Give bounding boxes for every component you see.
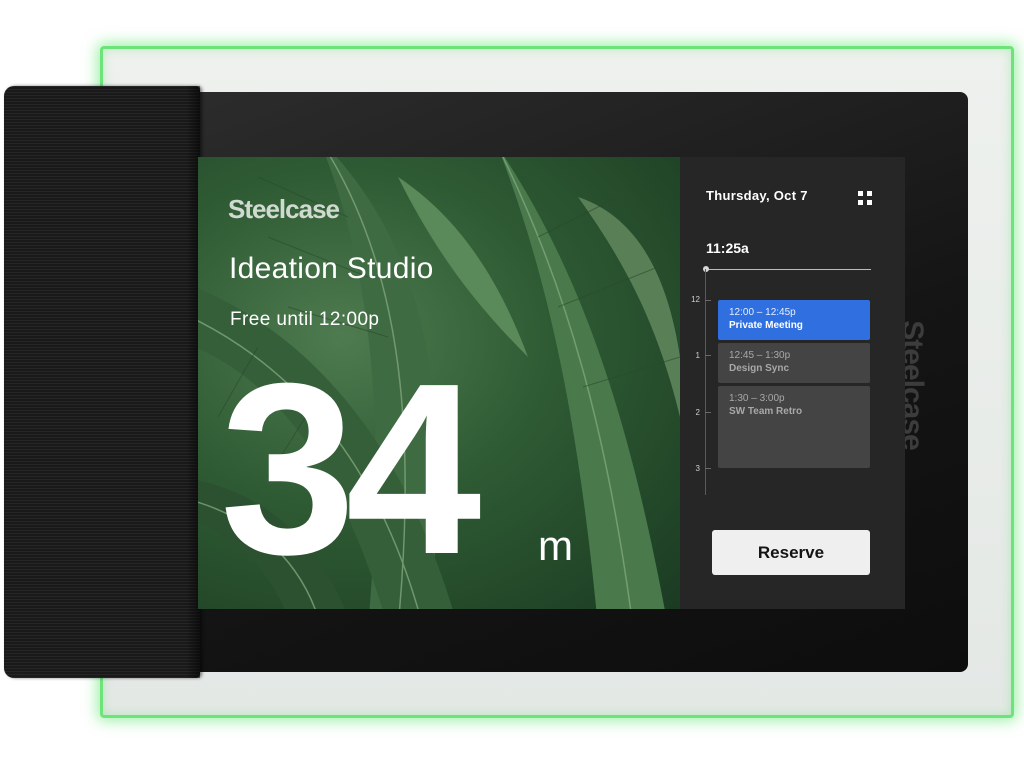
- event-design-sync[interactable]: 12:45 – 1:30p Design Sync: [718, 343, 870, 383]
- schedule-panel: Thursday, Oct 7 11:25a 12 1 2 3 12:00 – …: [680, 157, 905, 609]
- grid-icon[interactable]: [858, 191, 872, 205]
- room-name: Ideation Studio: [229, 252, 434, 285]
- hour-tick-label: 12: [691, 295, 700, 304]
- hour-tick-label: 1: [695, 351, 700, 360]
- hour-tick-mark: [705, 300, 711, 301]
- event-title: SW Team Retro: [729, 406, 803, 417]
- event-private-meeting[interactable]: 12:00 – 12:45p Private Meeting: [718, 300, 870, 340]
- current-time: 11:25a: [706, 240, 749, 256]
- reserve-button[interactable]: Reserve: [712, 530, 870, 575]
- current-time-line: [706, 269, 871, 270]
- hour-tick-mark: [705, 468, 711, 469]
- hour-tick-mark: [705, 412, 711, 413]
- minutes-free-value: 34: [220, 332, 481, 605]
- room-status-hero: Steelcase Ideation Studio Free until 12:…: [198, 157, 680, 609]
- event-time: 1:30 – 3:00p: [729, 393, 785, 404]
- availability-status: Free until 12:00p: [230, 309, 380, 330]
- minutes-unit: m: [538, 522, 573, 569]
- timeline-axis: [705, 269, 706, 495]
- current-date: Thursday, Oct 7: [706, 188, 808, 203]
- event-title: Design Sync: [729, 363, 790, 374]
- touch-screen: Steelcase Ideation Studio Free until 12:…: [198, 157, 905, 609]
- hour-tick-label: 3: [695, 464, 700, 473]
- brand-logo: Steelcase: [228, 194, 340, 224]
- hour-tick-mark: [705, 355, 711, 356]
- event-time: 12:45 – 1:30p: [729, 350, 791, 361]
- event-time: 12:00 – 12:45p: [729, 307, 796, 318]
- event-title: Private Meeting: [729, 320, 803, 331]
- current-time-marker: [703, 266, 709, 272]
- fabric-side-cover: [4, 86, 200, 678]
- event-sw-team-retro[interactable]: 1:30 – 3:00p SW Team Retro: [718, 386, 870, 468]
- hour-tick-label: 2: [695, 408, 700, 417]
